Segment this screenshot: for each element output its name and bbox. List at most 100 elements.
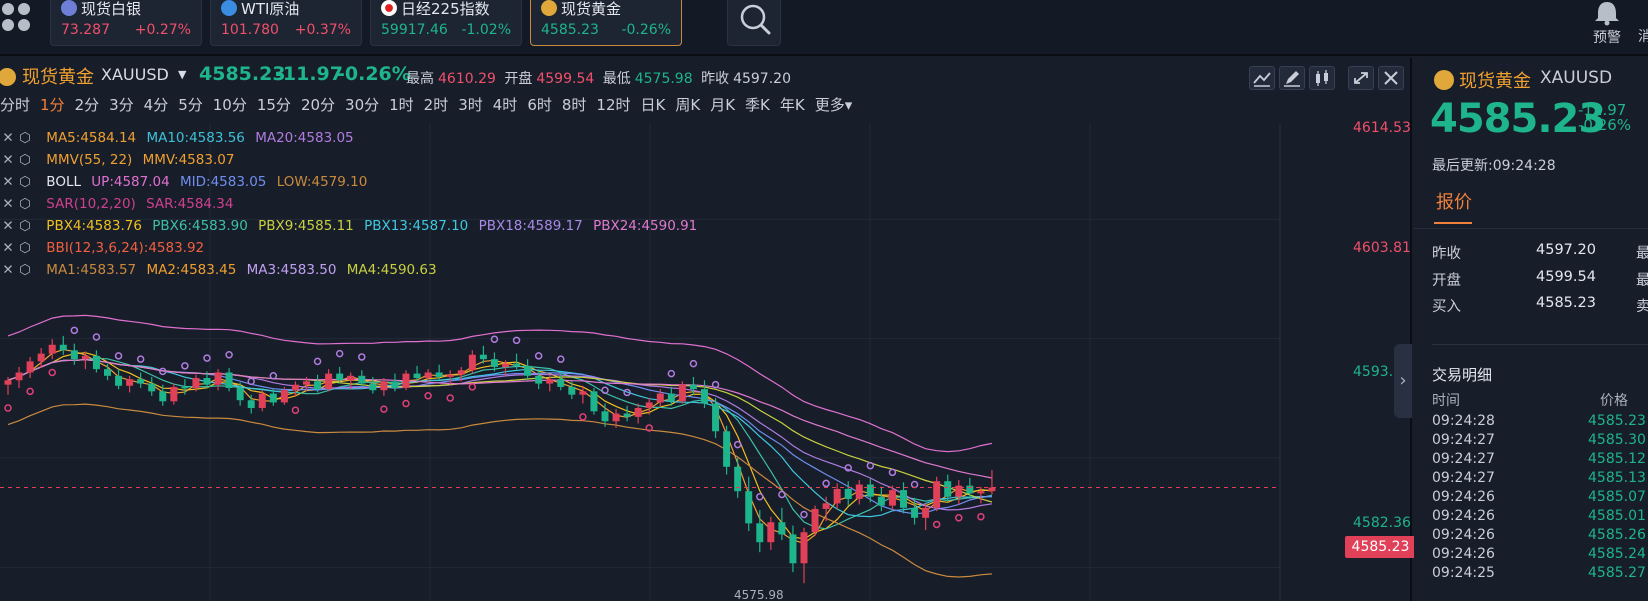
close-icon xyxy=(1384,71,1398,85)
close-icon[interactable]: ✕ xyxy=(0,240,16,256)
cutoff-menu-label[interactable]: 消 xyxy=(1638,26,1648,46)
settings-gear-icon[interactable]: ⬡ xyxy=(16,240,34,256)
period-3[interactable]: 3分 xyxy=(109,94,134,115)
quote-row-prev-close: 昨收 4597.20 最 xyxy=(1432,242,1648,264)
settings-gear-icon[interactable]: ⬡ xyxy=(16,174,34,190)
more-caret-icon[interactable]: ▾ xyxy=(845,96,853,114)
ticker-gold[interactable]: 现货黄金 4585.23 -0.26% xyxy=(530,0,682,46)
period-17[interactable]: 日K xyxy=(641,94,666,115)
expand-icon xyxy=(1354,72,1368,84)
legend-ma1: MA1:4583.57 xyxy=(46,262,137,278)
sar-dot xyxy=(136,355,145,363)
candle-body xyxy=(413,373,421,379)
legend-boll-up: UP:4587.04 xyxy=(91,174,170,190)
period-1[interactable]: 1分 xyxy=(40,94,65,115)
trade-time: 09:24:27 xyxy=(1432,432,1495,448)
settings-gear-icon[interactable]: ⬡ xyxy=(16,262,34,278)
trade-row: 09:24:26 4585.24 xyxy=(1432,546,1648,565)
trade-time: 09:24:27 xyxy=(1432,451,1495,467)
indicator-tool-button[interactable] xyxy=(1249,66,1275,90)
close-icon[interactable]: ✕ xyxy=(0,130,16,146)
alert-button[interactable]: 预警 xyxy=(1585,0,1629,50)
symbol-code[interactable]: XAUUSD xyxy=(101,65,169,84)
legend-mmv: ✕ ⬡ MMV(55, 22) MMV:4583.07 xyxy=(0,152,240,172)
settings-gear-icon[interactable]: ⬡ xyxy=(16,218,34,234)
trade-row: 09:24:26 4585.26 xyxy=(1432,527,1648,546)
quote-value: 4597.20 xyxy=(1536,242,1596,258)
period-11[interactable]: 2时 xyxy=(424,94,449,115)
tab-quote[interactable]: 报价 xyxy=(1436,188,1472,214)
symbol-name[interactable]: 现货黄金 xyxy=(22,63,94,89)
period-9[interactable]: 30分 xyxy=(345,94,379,115)
candle-body xyxy=(435,372,443,377)
candle-body xyxy=(225,372,233,389)
period-16[interactable]: 12时 xyxy=(596,94,630,115)
period-22[interactable]: 更多 xyxy=(815,94,845,115)
settings-gear-icon[interactable]: ⬡ xyxy=(16,152,34,168)
period-12[interactable]: 3时 xyxy=(458,94,483,115)
candle-body xyxy=(490,359,498,367)
gold-coin-icon xyxy=(1434,70,1454,90)
trade-time: 09:24:25 xyxy=(1432,565,1495,581)
period-13[interactable]: 4时 xyxy=(493,94,518,115)
candle-body xyxy=(92,355,100,370)
period-10[interactable]: 1时 xyxy=(389,94,414,115)
close-icon[interactable]: ✕ xyxy=(0,152,16,168)
period-19[interactable]: 月K xyxy=(710,94,735,115)
period-6[interactable]: 10分 xyxy=(213,94,247,115)
fullscreen-button[interactable] xyxy=(1348,66,1374,90)
caret-down-icon[interactable]: ▼ xyxy=(178,68,186,81)
close-icon[interactable]: ✕ xyxy=(0,262,16,278)
prev-close-label: 昨收 xyxy=(701,71,730,87)
close-icon[interactable]: ✕ xyxy=(0,218,16,234)
period-8[interactable]: 20分 xyxy=(301,94,335,115)
trade-row: 09:24:27 4585.30 xyxy=(1432,432,1648,451)
close-icon[interactable]: ✕ xyxy=(0,174,16,190)
ticker-wti[interactable]: WTI原油 101.780 +0.37% xyxy=(210,0,362,46)
gold-badge-icon xyxy=(541,0,557,16)
panel-toggle-button[interactable]: › xyxy=(1394,344,1412,418)
candle-body xyxy=(524,365,532,376)
divider xyxy=(1414,228,1648,229)
ticker-silver[interactable]: 现货白银 73.287 +0.27% xyxy=(50,0,202,46)
legend-pbx4: PBX4:4583.76 xyxy=(46,218,142,234)
search-button[interactable] xyxy=(727,0,781,46)
candle-body xyxy=(37,353,45,362)
last-updated-label: 最后更新: xyxy=(1432,158,1493,174)
candle-body xyxy=(424,372,432,379)
close-icon[interactable]: ✕ xyxy=(0,196,16,212)
candle-type-button[interactable] xyxy=(1309,66,1335,90)
settings-gear-icon[interactable]: ⬡ xyxy=(16,196,34,212)
candle-body xyxy=(778,522,786,535)
candle-body xyxy=(811,508,819,533)
period-20[interactable]: 季K xyxy=(745,94,770,115)
period-21[interactable]: 年K xyxy=(780,94,805,115)
candle-body xyxy=(26,361,34,373)
quote-row-open: 开盘 4599.54 最 xyxy=(1432,269,1648,291)
apps-grid-button[interactable] xyxy=(0,0,40,44)
legend-ma5: MA5:4584.14 xyxy=(46,130,137,146)
period-4[interactable]: 4分 xyxy=(144,94,169,115)
period-18[interactable]: 周K xyxy=(675,94,700,115)
period-7[interactable]: 15分 xyxy=(257,94,291,115)
candle-body xyxy=(789,534,797,564)
period-15[interactable]: 8时 xyxy=(562,94,587,115)
legend-sar-label: SAR(10,2,20) xyxy=(46,196,136,212)
ticker-nikkei[interactable]: 日经225指数 59917.46 -1.02% xyxy=(370,0,522,46)
ticker-price: 101.780 xyxy=(221,22,279,38)
col-time-header: 时间 xyxy=(1432,393,1460,409)
candle-body xyxy=(159,391,167,402)
high-value: 4610.29 xyxy=(438,71,496,87)
period-2[interactable]: 2分 xyxy=(75,94,100,115)
settings-gear-icon[interactable]: ⬡ xyxy=(16,130,34,146)
sar-dot xyxy=(380,405,388,413)
close-chart-button[interactable] xyxy=(1378,66,1404,90)
period-0[interactable]: 分时 xyxy=(0,94,30,115)
candle-body xyxy=(59,344,67,351)
period-14[interactable]: 6时 xyxy=(527,94,552,115)
draw-tool-button[interactable] xyxy=(1279,66,1305,90)
period-5[interactable]: 5分 xyxy=(178,94,203,115)
pen-icon xyxy=(1284,71,1300,87)
candle-body xyxy=(48,344,56,354)
candle-body xyxy=(933,481,941,508)
